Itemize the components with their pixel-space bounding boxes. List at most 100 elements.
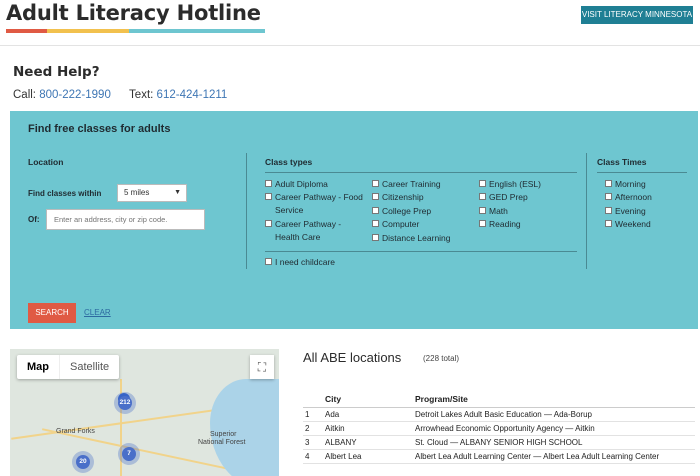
table-row[interactable]: 1 Ada Detroit Lakes Adult Basic Educatio… (303, 407, 695, 422)
childcare-checkbox[interactable]: I need childcare (265, 256, 385, 269)
chevron-down-icon: ▼ (174, 189, 181, 196)
checkbox-icon (372, 180, 379, 187)
row-number: 3 (303, 435, 323, 450)
checkbox-icon (605, 220, 612, 227)
checkbox-icon (605, 207, 612, 214)
site-header: Adult Literacy Hotline VISIT LITERACY MI… (0, 0, 700, 46)
map-label-superior: Superior (210, 431, 237, 438)
locations-map[interactable]: Grand Forks Superior National Forest Map… (10, 349, 279, 476)
search-button[interactable]: SEARCH (28, 303, 76, 323)
checkbox-icon (372, 193, 379, 200)
row-site: St. Cloud — ALBANY SENIOR HIGH SCHOOL (413, 435, 695, 450)
checkbox-icon (479, 193, 486, 200)
call-number-link[interactable]: 800-222-1990 (39, 89, 111, 101)
class-type-checkbox[interactable]: Math (479, 205, 569, 218)
need-help-heading: Need Help? (13, 64, 100, 80)
underline-yellow-segment (47, 29, 129, 33)
column-header: City (323, 391, 413, 408)
locations-heading: All ABE locations (303, 350, 402, 365)
class-times-section-title: Class Times (597, 157, 647, 167)
class-types-section-title: Class types (265, 157, 313, 167)
site-title: Adult Literacy Hotline (6, 1, 261, 25)
row-number: 2 (303, 421, 323, 436)
divider (265, 251, 577, 252)
map-cluster-marker[interactable]: 20 (76, 455, 90, 469)
address-input[interactable] (46, 209, 205, 230)
class-type-checkbox[interactable]: English (ESL) (479, 178, 569, 191)
visit-literacy-minnesota-button[interactable]: VISIT LITERACY MINNESOTA (581, 6, 693, 24)
map-label-national-forest: National Forest (198, 439, 246, 446)
location-section-title: Location (28, 157, 64, 167)
row-city: Ada (323, 407, 413, 422)
row-city: ALBANY (323, 435, 413, 450)
column-header: Program/Site (413, 391, 695, 408)
class-type-checkbox[interactable]: Adult Diploma (265, 178, 365, 191)
checkbox-icon (372, 220, 379, 227)
checkbox-icon (265, 220, 272, 227)
map-type-toggle: Map Satellite (17, 355, 120, 379)
class-search-panel: Find free classes for adults Location Fi… (10, 111, 698, 329)
checkbox-icon (605, 180, 612, 187)
divider (246, 153, 247, 269)
locations-total: (228 total) (423, 354, 460, 363)
divider (586, 153, 587, 269)
class-type-checkbox[interactable]: GED Prep (479, 191, 569, 204)
table-row[interactable]: 2 Aitkin Arrowhead Economic Opportunity … (303, 421, 695, 436)
row-site: Albert Lea Adult Learning Center — Alber… (413, 449, 695, 464)
divider (265, 172, 577, 173)
checkbox-icon (479, 220, 486, 227)
checkbox-icon (605, 193, 612, 200)
map-label-grand-forks: Grand Forks (56, 428, 95, 435)
checkbox-icon (372, 207, 379, 214)
locations-table: City Program/Site 1 Ada Detroit Lakes Ad… (303, 391, 695, 464)
map-cluster-marker[interactable]: 212 (118, 396, 132, 410)
table-header-row: City Program/Site (303, 391, 695, 408)
class-time-checkbox[interactable]: Weekend (605, 218, 685, 231)
class-time-checkbox[interactable]: Morning (605, 178, 685, 191)
map-tab[interactable]: Map (17, 355, 59, 379)
divider (597, 172, 687, 173)
distance-select[interactable]: 5 miles ▼ (117, 184, 187, 202)
class-type-checkbox[interactable]: Career Training (372, 178, 477, 191)
call-label: Call: (13, 89, 37, 101)
class-type-checkbox[interactable]: Computer (372, 218, 477, 231)
satellite-tab[interactable]: Satellite (59, 355, 119, 379)
text-label: Text: (129, 89, 154, 101)
checkbox-icon (372, 234, 379, 241)
class-type-checkbox[interactable]: College Prep (372, 205, 477, 218)
checkbox-icon (265, 180, 272, 187)
class-type-checkbox[interactable]: Distance Learning (372, 232, 477, 245)
title-underline (6, 29, 265, 33)
row-city: Aitkin (323, 421, 413, 436)
text-number-link[interactable]: 612-424-1211 (157, 89, 228, 101)
checkbox-icon (265, 258, 272, 265)
underline-red-segment (6, 29, 47, 33)
clear-link[interactable]: CLEAR (84, 308, 111, 317)
map-cluster-marker[interactable]: 7 (122, 447, 136, 461)
row-city: Albert Lea (323, 449, 413, 464)
class-type-checkbox[interactable]: Career Pathway - Food Service (265, 191, 365, 217)
underline-teal-segment (129, 29, 265, 33)
class-time-checkbox[interactable]: Evening (605, 205, 685, 218)
column-header (303, 391, 323, 408)
fullscreen-icon[interactable]: ⛶ (250, 355, 274, 379)
table-row[interactable]: 4 Albert Lea Albert Lea Adult Learning C… (303, 449, 695, 464)
of-label: Of: (28, 215, 40, 224)
row-number: 1 (303, 407, 323, 422)
row-number: 4 (303, 449, 323, 464)
panel-heading: Find free classes for adults (28, 123, 171, 135)
row-site: Detroit Lakes Adult Basic Education — Ad… (413, 407, 695, 422)
class-type-checkbox[interactable]: Career Pathway - Health Care (265, 218, 365, 244)
table-row[interactable]: 3 ALBANY St. Cloud — ALBANY SENIOR HIGH … (303, 435, 695, 450)
checkbox-icon (479, 207, 486, 214)
find-within-label: Find classes within (28, 189, 102, 198)
class-type-checkbox[interactable]: Reading (479, 218, 569, 231)
contact-line: Call: 800-222-1990 Text: 612-424-1211 (13, 89, 227, 101)
checkbox-icon (479, 180, 486, 187)
class-type-checkbox[interactable]: Citizenship (372, 191, 477, 204)
checkbox-icon (265, 193, 272, 200)
class-time-checkbox[interactable]: Afternoon (605, 191, 685, 204)
distance-select-value: 5 miles (124, 188, 150, 197)
row-site: Arrowhead Economic Opportunity Agency — … (413, 421, 695, 436)
lake-superior (210, 379, 279, 476)
